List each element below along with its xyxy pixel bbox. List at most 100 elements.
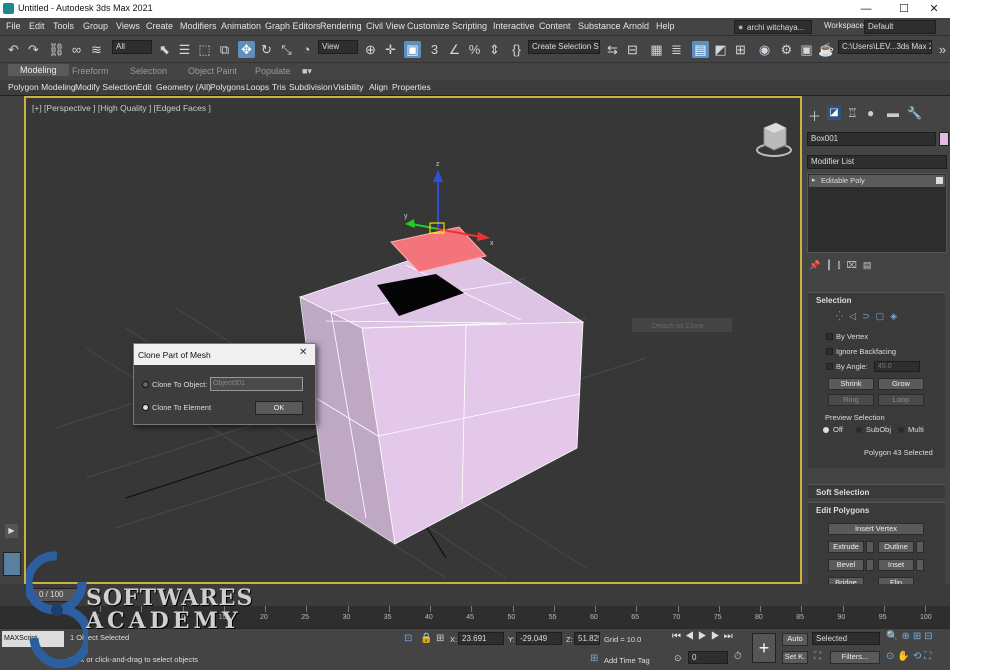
- display-tab-icon[interactable]: ▬: [887, 106, 899, 120]
- orbit-controls[interactable]: ⊙✋⟲⛶: [886, 651, 934, 662]
- gizmo-y-axis[interactable]: [411, 223, 439, 230]
- perspective-viewport[interactable]: [+] [Perspective ] [High Quality ] [Edge…: [24, 96, 802, 584]
- toggle-scene-explorer-icon[interactable]: ▦: [648, 41, 665, 58]
- tab-modeling[interactable]: Modeling: [8, 64, 69, 76]
- ring-button[interactable]: Ring: [828, 394, 874, 406]
- key-filter-dropdown[interactable]: Selected: [812, 632, 880, 645]
- ribbon-polygons[interactable]: Polygons: [210, 82, 245, 92]
- utilities-tab-icon[interactable]: 🔧: [907, 106, 922, 120]
- key-mode-icon[interactable]: ⊙: [674, 653, 682, 664]
- hierarchy-tab-icon[interactable]: ♖: [847, 106, 858, 120]
- render-icon[interactable]: ☕: [818, 41, 835, 58]
- selection-filter-dropdown[interactable]: All: [112, 40, 152, 54]
- x-coord-field[interactable]: 23.691: [458, 632, 504, 645]
- workspaces-dropdown[interactable]: Default: [864, 20, 936, 34]
- place-icon[interactable]: ◔: [298, 41, 315, 58]
- create-tab-icon[interactable]: ＋: [808, 106, 821, 125]
- ribbon-edit[interactable]: Edit: [137, 82, 152, 92]
- move-icon[interactable]: ✥: [238, 41, 255, 58]
- menu-modifiers[interactable]: Modifiers: [180, 21, 217, 31]
- preview-subobj-radio[interactable]: [856, 427, 862, 433]
- expand-layout-arrow-icon[interactable]: ▶: [5, 524, 18, 538]
- modifier-list-dropdown[interactable]: Modifier List: [807, 155, 947, 169]
- stack-toggle-icon[interactable]: [936, 177, 943, 184]
- menu-views[interactable]: Views: [116, 21, 140, 31]
- ribbon-visibility[interactable]: Visibility: [333, 82, 364, 92]
- layer-explorer-icon[interactable]: ≣: [668, 41, 685, 58]
- stack-tools-row[interactable]: 📌┃⫿⌧▤: [809, 260, 947, 274]
- snaps-toggle-icon[interactable]: 3: [426, 41, 443, 58]
- tab-selection[interactable]: Selection: [130, 66, 167, 76]
- object-name-input[interactable]: Object001: [210, 377, 303, 391]
- menu-help[interactable]: Help: [656, 21, 675, 31]
- menu-rendering[interactable]: Rendering: [320, 21, 362, 31]
- link-icon[interactable]: ⛓: [48, 41, 65, 58]
- pivot-icon[interactable]: ⊕: [362, 41, 379, 58]
- loop-button[interactable]: Loop: [878, 394, 924, 406]
- playback-controls[interactable]: ⏮◀▶▶⏭: [672, 631, 737, 642]
- absolute-mode-icon[interactable]: ⊞: [436, 633, 444, 644]
- schematic-view-icon[interactable]: ⊞: [732, 41, 749, 58]
- inset-button[interactable]: Inset: [878, 559, 914, 571]
- spinner-snap-icon[interactable]: ⇕: [486, 41, 503, 58]
- ribbon-subdivision[interactable]: Subdivision: [289, 82, 332, 92]
- bevel-button[interactable]: Bevel: [828, 559, 864, 571]
- user-account-button[interactable]: ● archi witchaya...: [734, 20, 812, 34]
- extrude-button[interactable]: Extrude: [828, 541, 864, 553]
- ribbon-modify-selection[interactable]: Modify Selection: [75, 82, 137, 92]
- time-config-icon[interactable]: ⏱: [734, 651, 742, 662]
- menu-scripting[interactable]: Scripting: [452, 21, 487, 31]
- ribbon-options-icon[interactable]: ■▾: [302, 66, 312, 77]
- gizmo-x-arrow-icon[interactable]: [477, 232, 490, 241]
- zoom-pan-controls[interactable]: 🔍⊕⊞⊟: [886, 631, 936, 642]
- modify-tab-icon[interactable]: ◪: [827, 106, 841, 120]
- align-icon[interactable]: ⊟: [624, 41, 641, 58]
- ribbon-align[interactable]: Align: [369, 82, 388, 92]
- ribbon-loops[interactable]: Loops: [246, 82, 269, 92]
- outline-settings-button[interactable]: [916, 541, 924, 553]
- motion-tab-icon[interactable]: ●: [867, 106, 874, 120]
- object-color-swatch[interactable]: [939, 132, 949, 146]
- shrink-button[interactable]: Shrink: [828, 378, 874, 390]
- percent-snap-icon[interactable]: %: [466, 41, 483, 58]
- menu-create[interactable]: Create: [146, 21, 173, 31]
- ribbon-polygon-modeling[interactable]: Polygon Modeling: [8, 82, 76, 92]
- tab-freeform[interactable]: Freeform: [72, 66, 109, 76]
- object-name-field[interactable]: Box001: [807, 132, 936, 146]
- unlink-icon[interactable]: ∞: [68, 41, 85, 58]
- menu-arnold[interactable]: Arnold: [623, 21, 649, 31]
- edit-polygons-title[interactable]: Edit Polygons: [816, 506, 869, 515]
- keyboard-shortcut-icon[interactable]: ▣: [404, 41, 421, 58]
- grow-button[interactable]: Grow: [878, 378, 924, 390]
- menu-civil-view[interactable]: Civil View: [366, 21, 405, 31]
- ok-button[interactable]: OK: [255, 401, 303, 415]
- gizmo-z-arrow-icon[interactable]: [433, 170, 443, 182]
- ribbon-geometry[interactable]: Geometry (All): [156, 82, 211, 92]
- z-coord-field[interactable]: 51.825: [574, 632, 600, 645]
- named-selection-dropdown[interactable]: Create Selection Set: [528, 40, 600, 54]
- set-key-button[interactable]: Set K.: [782, 651, 808, 664]
- ribbon-toggle-icon[interactable]: ▤: [692, 41, 709, 58]
- add-time-tag-label[interactable]: Add Time Tag: [604, 656, 650, 665]
- render-frame-icon[interactable]: ▣: [798, 41, 815, 58]
- selection-rollout-title[interactable]: Selection: [816, 296, 852, 305]
- rotate-icon[interactable]: ↻: [258, 41, 275, 58]
- angle-spinner[interactable]: 45.0: [874, 361, 920, 372]
- by-vertex-checkbox[interactable]: [826, 333, 833, 340]
- filters-button[interactable]: Filters...: [830, 651, 880, 664]
- menu-customize[interactable]: Customize: [407, 21, 450, 31]
- maximize-button[interactable]: ☐: [890, 1, 918, 17]
- menu-file[interactable]: File: [6, 21, 21, 31]
- ribbon-properties[interactable]: Properties: [392, 82, 431, 92]
- add-time-tag-icon[interactable]: ⊞: [590, 653, 598, 664]
- reference-coord-dropdown[interactable]: View: [318, 40, 358, 54]
- by-angle-checkbox[interactable]: [826, 363, 833, 370]
- edit-named-sets-icon[interactable]: {}: [508, 41, 525, 58]
- outline-button[interactable]: Outline: [878, 541, 914, 553]
- angle-snap-icon[interactable]: ∠: [446, 41, 463, 58]
- close-window-button[interactable]: ✕: [920, 1, 948, 17]
- bevel-settings-button[interactable]: [866, 559, 874, 571]
- auto-key-button[interactable]: Auto: [782, 633, 808, 646]
- window-crossing-icon[interactable]: ⧉: [216, 41, 233, 58]
- set-key-icon[interactable]: +: [752, 633, 776, 663]
